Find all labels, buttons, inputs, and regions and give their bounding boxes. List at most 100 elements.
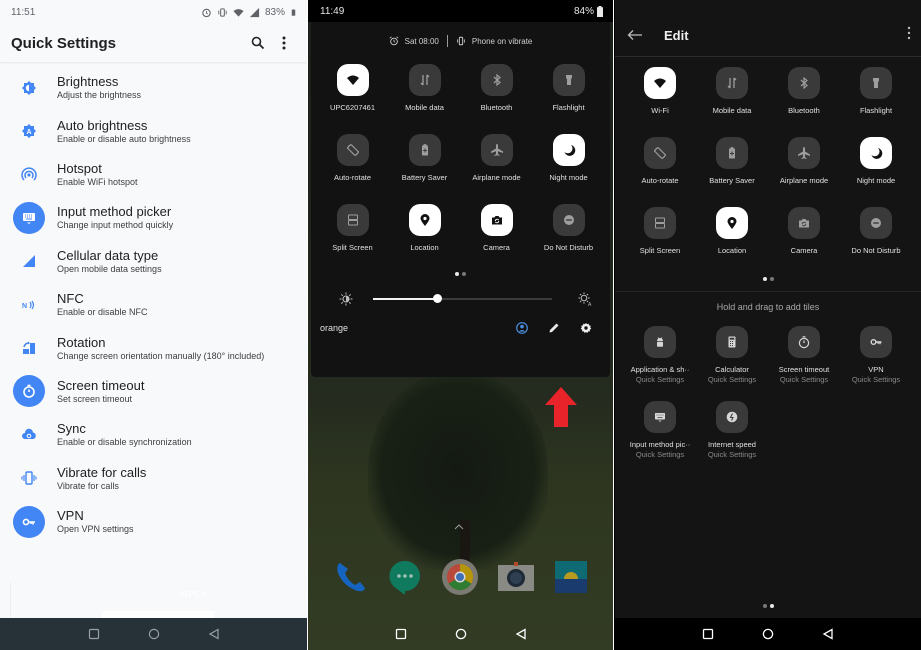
tile-button[interactable]	[552, 134, 585, 166]
tile-button[interactable]	[860, 326, 892, 358]
brightness-slider[interactable]	[373, 294, 552, 303]
gallery-app[interactable]	[553, 559, 589, 595]
tile-button[interactable]	[552, 64, 585, 96]
tile-button[interactable]	[716, 137, 748, 169]
tile-dnd[interactable]: Do Not Disturb	[840, 207, 912, 255]
settings-button[interactable]	[570, 322, 602, 334]
tile-button[interactable]	[788, 137, 820, 169]
tile-button[interactable]	[644, 401, 676, 433]
page-dot[interactable]	[455, 272, 459, 276]
edit-tiles-button[interactable]	[538, 322, 570, 334]
tile-battery-saver[interactable]: Battery Saver	[389, 134, 461, 182]
list-item-auto-brightness[interactable]: A Auto brightness Enable or disable auto …	[0, 109, 307, 152]
recents-icon[interactable]	[395, 628, 407, 640]
tile-button[interactable]	[644, 207, 676, 239]
chrome-app[interactable]	[442, 559, 479, 595]
tile-button[interactable]	[860, 207, 892, 239]
tile-night-mode[interactable]: Night mode	[533, 134, 605, 182]
tile-button[interactable]	[860, 137, 892, 169]
tile-speed[interactable]: Internet speed Quick Settings	[696, 401, 768, 459]
tile-android[interactable]: Application & sh·· Quick Settings	[624, 326, 696, 384]
page-dot[interactable]	[462, 272, 466, 276]
tile-night-mode[interactable]: Night mode	[840, 137, 912, 185]
tile-location[interactable]: Location	[696, 207, 768, 255]
tile-button[interactable]	[644, 137, 676, 169]
tile-auto-rotate[interactable]: Auto-rotate	[317, 134, 389, 182]
tile-button[interactable]	[552, 204, 585, 236]
tile-dnd[interactable]: Do Not Disturb	[533, 204, 605, 252]
tile-button[interactable]	[336, 64, 369, 96]
list-item-cellular-data-type[interactable]: Cellular data type Open mobile data setti…	[0, 240, 307, 283]
tile-wifi[interactable]: UPC6207461	[317, 64, 389, 112]
tile-button[interactable]	[788, 207, 820, 239]
list-item-input-method-picker[interactable]: Input method picker Change input method q…	[0, 196, 307, 239]
tile-airplane[interactable]: Airplane mode	[461, 134, 533, 182]
list-item-nfc[interactable]: N NFC Enable or disable NFC	[0, 283, 307, 326]
camera-app[interactable]	[497, 559, 534, 595]
tile-battery-saver[interactable]: Battery Saver	[696, 137, 768, 185]
tile-button[interactable]	[408, 64, 441, 96]
tile-mobile-data[interactable]: Mobile data	[389, 64, 461, 112]
back-icon[interactable]	[822, 628, 834, 640]
tile-button[interactable]	[480, 134, 513, 166]
tile-flashlight[interactable]: Flashlight	[840, 67, 912, 115]
page-dot[interactable]	[762, 604, 767, 608]
tile-camera[interactable]: Camera	[768, 207, 840, 255]
tile-keyboard[interactable]: Input method pic·· Quick Settings	[624, 401, 696, 459]
tile-bluetooth[interactable]: Bluetooth	[768, 67, 840, 115]
tile-button[interactable]	[644, 326, 676, 358]
tile-vpn-key[interactable]: VPN Quick Settings	[840, 326, 912, 384]
auto-brightness-icon[interactable]: A	[578, 292, 592, 306]
tile-button[interactable]	[480, 64, 513, 96]
tile-split-screen[interactable]: Split Screen	[624, 207, 696, 255]
list-item-hotspot[interactable]: Hotspot Enable WiFi hotspot	[0, 153, 307, 196]
list-item-sync[interactable]: Sync Enable or disable synchronization	[0, 413, 307, 456]
tile-button[interactable]	[788, 67, 820, 99]
tile-button[interactable]	[788, 326, 820, 358]
list-item-rotation[interactable]: Rotation Change screen orientation manual…	[0, 326, 307, 369]
tile-button[interactable]	[480, 204, 513, 236]
ringer-mode[interactable]: Phone on vibrate	[472, 37, 533, 46]
tile-button[interactable]	[408, 134, 441, 166]
tile-button[interactable]	[408, 204, 441, 236]
tile-button[interactable]	[860, 67, 892, 99]
page-dot[interactable]	[769, 604, 774, 608]
tile-button[interactable]	[336, 204, 369, 236]
more-options-button[interactable]	[907, 26, 911, 45]
tile-button[interactable]	[336, 134, 369, 166]
tile-flashlight[interactable]: Flashlight	[533, 64, 605, 112]
tile-wifi[interactable]: Wi-Fi	[624, 67, 696, 115]
list-item-screen-timeout[interactable]: Screen timeout Set screen timeout	[0, 370, 307, 413]
phone-app[interactable]	[332, 559, 368, 595]
back-icon[interactable]	[208, 628, 220, 640]
tile-bluetooth[interactable]: Bluetooth	[461, 64, 533, 112]
tile-button[interactable]	[716, 401, 748, 433]
brightness-slider-handle[interactable]	[433, 294, 443, 303]
home-icon[interactable]	[148, 628, 160, 640]
tile-auto-rotate[interactable]: Auto-rotate	[624, 137, 696, 185]
tile-timer[interactable]: Screen timeout Quick Settings	[768, 326, 840, 384]
next-alarm[interactable]: Sat 08:00	[405, 37, 439, 46]
tile-button[interactable]	[716, 326, 748, 358]
back-button[interactable]	[627, 29, 647, 41]
tile-button[interactable]	[716, 207, 748, 239]
recents-icon[interactable]	[702, 628, 714, 640]
list-item-vpn[interactable]: VPN Open VPN settings	[0, 500, 307, 543]
home-icon[interactable]	[455, 628, 467, 640]
back-icon[interactable]	[515, 628, 527, 640]
tile-camera[interactable]: Camera	[461, 204, 533, 252]
tile-button[interactable]	[644, 67, 676, 99]
more-options-button[interactable]	[271, 30, 297, 56]
hangouts-app[interactable]	[387, 559, 423, 595]
tile-button[interactable]	[716, 67, 748, 99]
tile-airplane[interactable]: Airplane mode	[768, 137, 840, 185]
tile-split-screen[interactable]: Split Screen	[317, 204, 389, 252]
page-dot[interactable]	[769, 277, 774, 281]
search-button[interactable]	[245, 30, 271, 56]
list-item-vibrate-for-calls[interactable]: Vibrate for calls Vibrate for calls	[0, 457, 307, 500]
tile-calculator[interactable]: Calculator Quick Settings	[696, 326, 768, 384]
tile-location[interactable]: Location	[389, 204, 461, 252]
open-button[interactable]: OPEN	[181, 590, 208, 599]
list-item-brightness[interactable]: Brightness Adjust the brightness	[0, 66, 307, 109]
recents-icon[interactable]	[88, 628, 100, 640]
